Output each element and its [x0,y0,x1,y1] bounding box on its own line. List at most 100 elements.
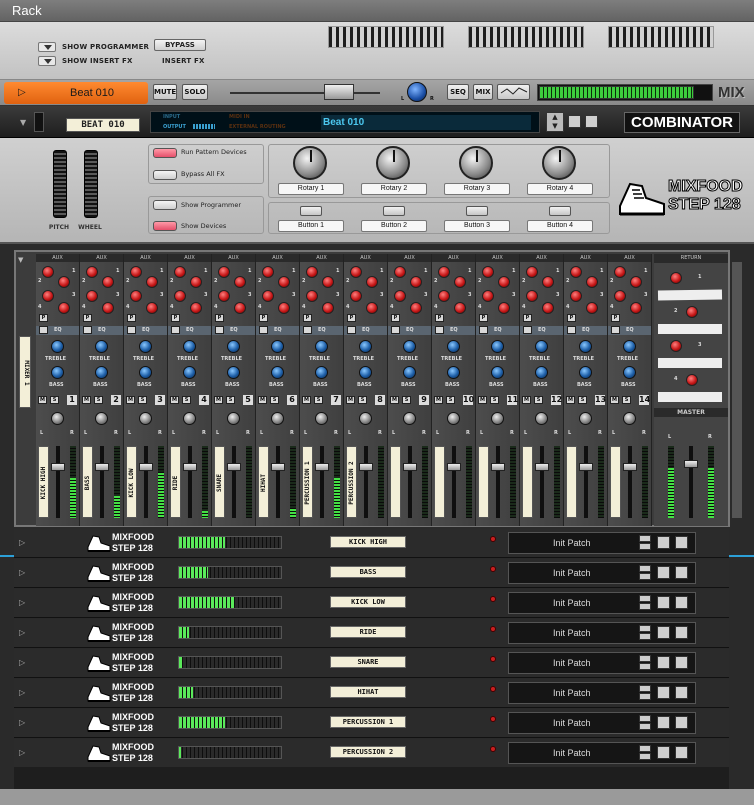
save-disk-icon[interactable] [675,686,688,699]
pan-knob[interactable] [447,412,460,425]
mute-button[interactable]: M [478,396,487,404]
eq-power-icon[interactable] [303,326,312,334]
combinator-button-4[interactable] [549,206,571,216]
expand-icon[interactable]: ▷ [19,538,25,547]
treble-knob[interactable] [403,340,416,353]
pan-knob[interactable] [403,412,416,425]
seq-button[interactable]: SEQ [447,84,469,100]
expand-icon[interactable]: ▷ [19,718,25,727]
bass-knob[interactable] [491,366,504,379]
aux-knob-2[interactable] [586,276,598,288]
treble-knob[interactable] [535,340,548,353]
channel-fader-handle[interactable] [183,463,197,471]
combinator-button-1[interactable] [300,206,322,216]
aux-knob-3[interactable] [394,290,406,302]
patch-name-display[interactable]: Beat 010 [321,115,531,130]
aux-knob-2[interactable] [366,276,378,288]
mod-wheel[interactable] [84,150,98,218]
mute-button[interactable]: M [258,396,267,404]
return-knob-2[interactable] [686,306,698,318]
aux-knob-1[interactable] [350,266,362,278]
save-disk-icon[interactable] [675,716,688,729]
pre-fader-button[interactable]: P [479,314,488,322]
return-knob-4[interactable] [686,374,698,386]
channel-fader-handle[interactable] [51,463,65,471]
browse-folder-icon[interactable] [657,746,670,759]
pre-fader-button[interactable]: P [83,314,92,322]
save-disk-icon[interactable] [675,656,688,669]
pan-knob[interactable] [491,412,504,425]
treble-knob[interactable] [183,340,196,353]
aux-knob-4[interactable] [102,302,114,314]
bass-knob[interactable] [579,366,592,379]
device-patch-display[interactable]: Init Patch [508,532,696,554]
solo-button[interactable]: S [270,396,279,404]
pre-fader-button[interactable]: P [39,314,48,322]
treble-knob[interactable] [139,340,152,353]
aux-knob-1[interactable] [438,266,450,278]
pre-fader-button[interactable]: P [303,314,312,322]
aux-knob-3[interactable] [218,290,230,302]
aux-knob-4[interactable] [410,302,422,314]
solo-button[interactable]: S [534,396,543,404]
mute-button[interactable]: M [610,396,619,404]
browse-folder-icon[interactable] [657,536,670,549]
eq-power-icon[interactable] [479,326,488,334]
pan-knob[interactable] [51,412,64,425]
rotary-knob-4[interactable] [542,146,576,180]
treble-knob[interactable] [227,340,240,353]
automation-button[interactable] [497,84,530,100]
aux-knob-1[interactable] [526,266,538,278]
aux-knob-3[interactable] [86,290,98,302]
patch-up-arrow[interactable] [639,595,651,602]
browse-folder-icon[interactable] [657,596,670,609]
aux-knob-4[interactable] [322,302,334,314]
save-disk-icon[interactable] [675,596,688,609]
device-name-tab[interactable]: Beat 010 [4,82,148,104]
channel-fader-handle[interactable] [271,463,285,471]
show-devices-button[interactable] [153,221,177,231]
mute-button[interactable]: M [390,396,399,404]
solo-button[interactable]: S [182,396,191,404]
bass-knob[interactable] [51,366,64,379]
aux-knob-4[interactable] [454,302,466,314]
aux-knob-3[interactable] [130,290,142,302]
aux-knob-3[interactable] [306,290,318,302]
aux-knob-2[interactable] [542,276,554,288]
fold-icon[interactable]: ▼ [18,256,23,264]
solo-button[interactable]: S [622,396,631,404]
patch-down-arrow[interactable] [639,543,651,550]
bypass-all-button[interactable] [153,170,177,180]
treble-knob[interactable] [95,340,108,353]
aux-knob-2[interactable] [234,276,246,288]
mute-button[interactable]: M [566,396,575,404]
pan-knob[interactable] [315,412,328,425]
pan-knob[interactable] [183,412,196,425]
pre-fader-button[interactable]: P [171,314,180,322]
run-pattern-button[interactable] [153,148,177,158]
solo-button[interactable]: S [578,396,587,404]
aux-knob-1[interactable] [262,266,274,278]
mute-button[interactable]: M [522,396,531,404]
patch-up-arrow[interactable] [639,715,651,722]
aux-knob-4[interactable] [234,302,246,314]
solo-button[interactable]: S [226,396,235,404]
browse-folder-icon[interactable] [657,686,670,699]
channel-fader-handle[interactable] [403,463,417,471]
browse-folder-icon[interactable] [657,626,670,639]
rotary-knob-3[interactable] [459,146,493,180]
expand-icon[interactable]: ▷ [19,658,25,667]
pan-knob[interactable] [623,412,636,425]
aux-knob-4[interactable] [630,302,642,314]
eq-power-icon[interactable] [523,326,532,334]
device-patch-display[interactable]: Init Patch [508,712,696,734]
solo-button[interactable]: S [314,396,323,404]
expand-icon[interactable]: ▷ [19,628,25,637]
aux-knob-2[interactable] [190,276,202,288]
aux-knob-1[interactable] [86,266,98,278]
pre-fader-button[interactable]: P [259,314,268,322]
device-patch-display[interactable]: Init Patch [508,562,696,584]
combinator-button-2[interactable] [383,206,405,216]
browse-folder-icon[interactable] [568,115,581,128]
bass-knob[interactable] [403,366,416,379]
